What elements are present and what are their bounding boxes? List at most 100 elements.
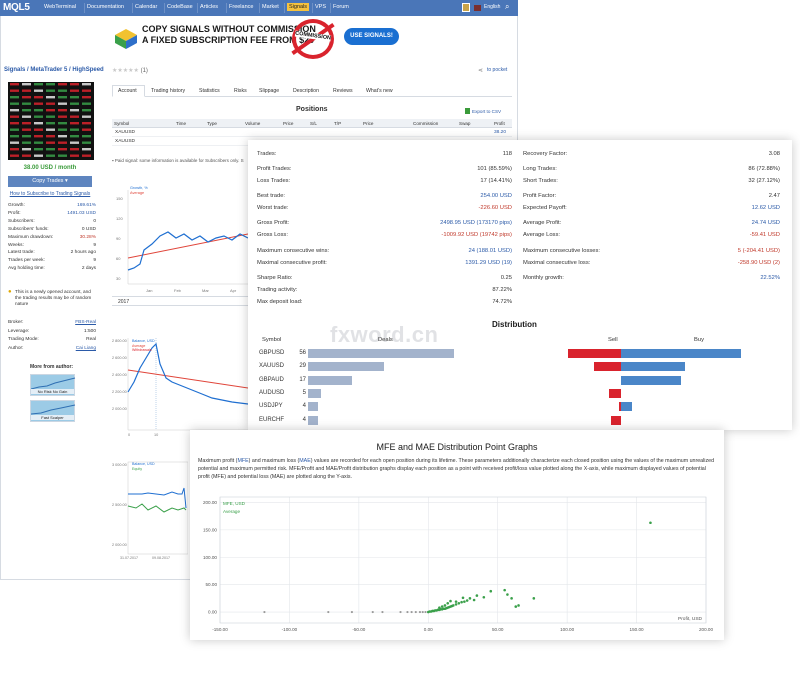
board-cell — [70, 122, 79, 125]
warning-icon: ● — [8, 289, 12, 295]
board-cell — [34, 141, 43, 144]
balance-legend: Balance, USD Average Withdrawals — [132, 339, 155, 353]
stat-label: Avg holding time: — [8, 266, 45, 272]
copy-trades-button[interactable]: Copy Trades ▾ — [8, 176, 92, 187]
nav-item-forum[interactable]: Forum — [333, 4, 349, 10]
board-cell — [10, 89, 19, 92]
board-cell — [58, 115, 67, 118]
mql5-logo[interactable]: MQL5 — [3, 2, 30, 13]
board-cell — [22, 148, 31, 151]
how-to-subscribe-link[interactable]: How to Subscribe to Trading Signals — [4, 191, 96, 197]
author-signal-thumb[interactable]: Fast Scalper — [30, 400, 76, 422]
nav-item-vps[interactable]: VPS — [315, 4, 326, 10]
month-tick: Feb — [174, 288, 182, 293]
x-tick-label: 200.00 — [699, 627, 713, 632]
tab-what-s-new[interactable]: What's new — [366, 88, 393, 94]
board-cell — [46, 83, 55, 86]
search-icon[interactable]: ⌕ — [505, 2, 509, 12]
nav-item-documentation[interactable]: Documentation — [87, 4, 124, 10]
nav-item-articles[interactable]: Articles — [200, 4, 218, 10]
desc-link[interactable]: MFE — [237, 458, 248, 464]
x-axis-label: Profit, USD — [678, 616, 703, 622]
stat-label: Growth: — [8, 203, 25, 208]
board-cell — [46, 135, 55, 138]
broker-value: Real — [86, 337, 96, 342]
nav-item-webterminal[interactable]: WebTerminal — [44, 4, 76, 10]
stat-value: 0.25 — [500, 275, 512, 281]
scatter-point — [649, 521, 652, 525]
dist-deals-count: 4 — [302, 403, 306, 410]
scatter-point — [461, 596, 465, 600]
tab-risks[interactable]: Risks — [234, 88, 247, 94]
board-cell — [70, 102, 79, 105]
board-cell — [70, 89, 79, 92]
board-cell — [22, 122, 31, 125]
nav-item-market[interactable]: Market — [262, 4, 279, 10]
stat-label: Best trade: — [257, 193, 286, 199]
share-icon[interactable]: ⋖ — [478, 67, 483, 74]
table-row[interactable]: XAUUSD 38.20 — [112, 128, 512, 137]
broker-label: Trading Mode: — [8, 337, 39, 342]
broker-value[interactable]: Cai Liang — [76, 346, 96, 351]
chevron-down-icon: ▾ — [64, 178, 68, 184]
tab-statistics[interactable]: Statistics — [199, 88, 220, 94]
scatter-point — [399, 610, 402, 614]
stat-label: Trading activity: — [257, 287, 298, 293]
board-cell — [46, 148, 55, 151]
legend-average: Average — [130, 191, 145, 195]
use-signals-button[interactable]: USE SIGNALS! — [344, 28, 399, 45]
month-tick: Apr — [230, 288, 237, 293]
ad-banner[interactable]: COPY SIGNALS WITHOUT COMMISSION A FIXED … — [112, 18, 402, 60]
tab-trading-history[interactable]: Trading history — [151, 88, 185, 94]
scatter-point — [503, 588, 506, 592]
rating-stars[interactable]: ★★★★★ (1) — [112, 67, 148, 74]
nav-item-signals[interactable]: Signals — [287, 3, 310, 11]
stat-value: 12.62 USD — [751, 205, 780, 211]
nav-item-codebase[interactable]: CodeBase — [167, 4, 193, 10]
tab-account[interactable]: Account — [118, 88, 137, 94]
stat-value: 3.08 — [768, 151, 780, 157]
banner-line-2: A FIXED SUBSCRIPTION FEE FROM $20 — [142, 35, 315, 45]
dist-deals-count: 29 — [299, 363, 306, 370]
uk-flag-icon — [474, 5, 481, 11]
broker-value: 1:500 — [83, 328, 96, 334]
scatter-point — [446, 601, 450, 605]
dist-symbol: EURCHF — [259, 416, 284, 423]
growth-legend: Growth, % Average — [130, 186, 148, 196]
author-signal-thumb[interactable]: No Risk No Gain — [30, 374, 76, 396]
board-cell — [82, 141, 91, 144]
board-cell — [10, 122, 19, 125]
stat-value: -1009.92 USD (19742 pips) — [441, 232, 512, 238]
board-cell — [46, 96, 55, 99]
breadcrumb[interactable]: Signals / MetaTrader 5 / HighSpeed — [4, 67, 104, 73]
tab-description[interactable]: Description — [293, 88, 319, 94]
scatter-point — [327, 610, 330, 614]
x-tick-label: 0.00 — [424, 627, 433, 632]
export-csv-link[interactable]: Export to CSV — [472, 109, 501, 114]
broker-label: Author: — [8, 345, 24, 351]
stat-label: Gross Profit: — [257, 220, 290, 226]
tab-slippage[interactable]: Slippage — [259, 88, 279, 94]
to-pocket-link[interactable]: to pocket — [487, 67, 507, 73]
rating-count: (1) — [140, 68, 148, 74]
stat-label: Subscribers: — [8, 218, 35, 224]
board-cell — [46, 115, 55, 118]
svg-text:2 200.00: 2 200.00 — [112, 390, 127, 394]
broker-value[interactable]: FBS-Real — [75, 320, 96, 325]
board-cell — [82, 122, 91, 125]
scatter-point — [438, 606, 441, 609]
nav-item-calendar[interactable]: Calendar — [135, 4, 157, 10]
nav-item-freelance[interactable]: Freelance — [229, 4, 253, 10]
tab-reviews[interactable]: Reviews — [333, 88, 353, 94]
user-avatar[interactable] — [462, 3, 470, 12]
more-from-author-heading: More from author: — [30, 364, 74, 370]
board-cell — [82, 102, 91, 105]
board-cell — [10, 96, 19, 99]
language-selector[interactable]: English — [484, 4, 500, 10]
column-header: Price — [283, 121, 294, 126]
board-cell — [10, 83, 19, 86]
desc-link[interactable]: MAE — [299, 458, 310, 464]
board-cell — [70, 148, 79, 151]
dist-deals-count: 56 — [299, 350, 306, 356]
desc-text: ) and maximum loss ( — [248, 458, 300, 464]
